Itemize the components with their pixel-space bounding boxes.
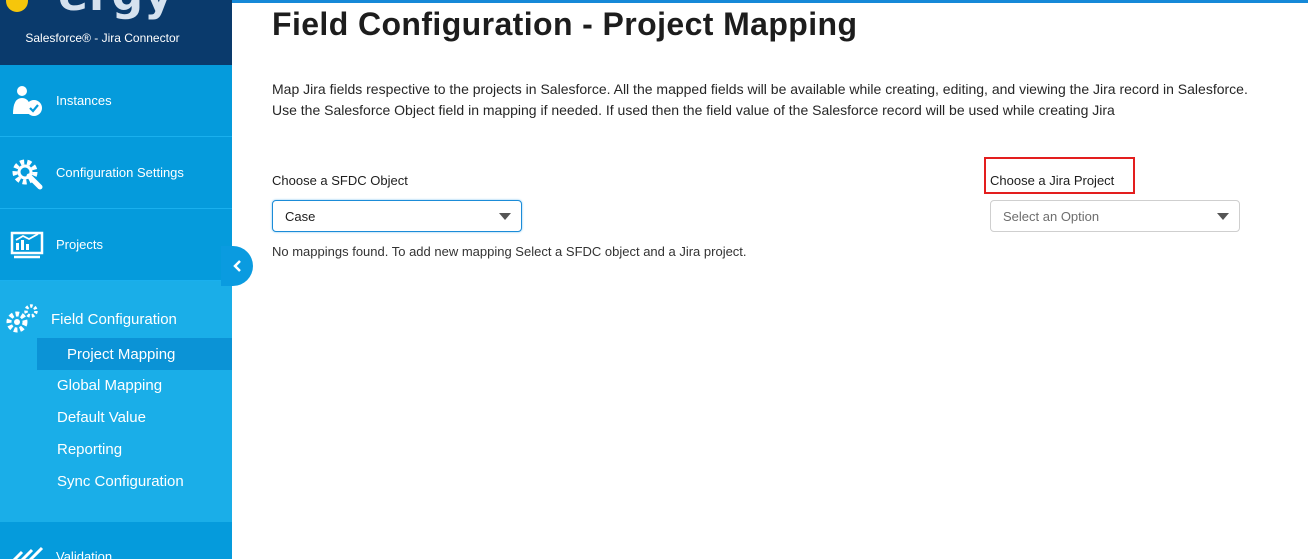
chevron-left-icon [233, 260, 241, 272]
presentation-chart-icon [9, 227, 45, 263]
sidebar-item-configuration-settings[interactable]: Configuration Settings [0, 137, 232, 209]
gears-icon [5, 304, 39, 334]
sidebar-subitem-sync-configuration[interactable]: Sync Configuration [57, 473, 184, 490]
sidebar-item-label: Instances [56, 93, 112, 108]
sidebar-subitem-label: Project Mapping [67, 346, 176, 363]
sidebar-item-validation[interactable]: Validation [0, 522, 232, 559]
chevron-down-icon [499, 213, 511, 220]
sidebar-item-label: Field Configuration [51, 311, 177, 328]
jira-project-placeholder: Select an Option [1003, 209, 1100, 224]
sidebar-item-label: Configuration Settings [56, 165, 184, 180]
brand-logo: ergy [0, 0, 232, 21]
page-title: Field Configuration - Project Mapping [272, 6, 858, 42]
jira-project-label-highlight: Choose a Jira Project [984, 157, 1135, 194]
sidebar-item-projects[interactable]: Projects [0, 209, 232, 281]
sfdc-object-value: Case [285, 209, 316, 224]
sidebar-subitem-default-value[interactable]: Default Value [57, 409, 146, 426]
field-configuration-section: Field Configuration Project Mapping Glob… [0, 281, 232, 522]
jira-project-select[interactable]: Select an Option [990, 200, 1240, 232]
sidebar-subitem-global-mapping[interactable]: Global Mapping [57, 377, 162, 394]
jira-project-label: Choose a Jira Project [990, 173, 1115, 188]
chevron-down-icon [1217, 213, 1229, 220]
sidebar-item-instances[interactable]: Instances [0, 65, 232, 137]
gear-wrench-icon [9, 155, 45, 191]
sfdc-object-label: Choose a SFDC Object [272, 173, 408, 188]
sfdc-object-select[interactable]: Case [272, 200, 522, 232]
checkmarks-icon [10, 546, 44, 559]
brand-header: ergy Salesforce® - Jira Connector [0, 0, 232, 65]
sidebar-collapse-button[interactable] [221, 246, 253, 286]
sidebar-item-field-configuration[interactable]: Field Configuration [0, 281, 232, 337]
sidebar-subitem-project-mapping[interactable]: Project Mapping [37, 338, 232, 370]
brand-subtitle: Salesforce® - Jira Connector [25, 31, 180, 45]
sidebar-item-label: Validation [56, 549, 113, 559]
page-description: Map Jira fields respective to the projec… [272, 81, 1248, 118]
sidebar: ergy Salesforce® - Jira Connector Instan… [0, 0, 232, 559]
sidebar-subitem-reporting[interactable]: Reporting [57, 441, 122, 458]
no-mappings-message: No mappings found. To add new mapping Se… [272, 244, 747, 259]
user-check-icon [9, 83, 45, 119]
sidebar-item-label: Projects [56, 237, 103, 252]
